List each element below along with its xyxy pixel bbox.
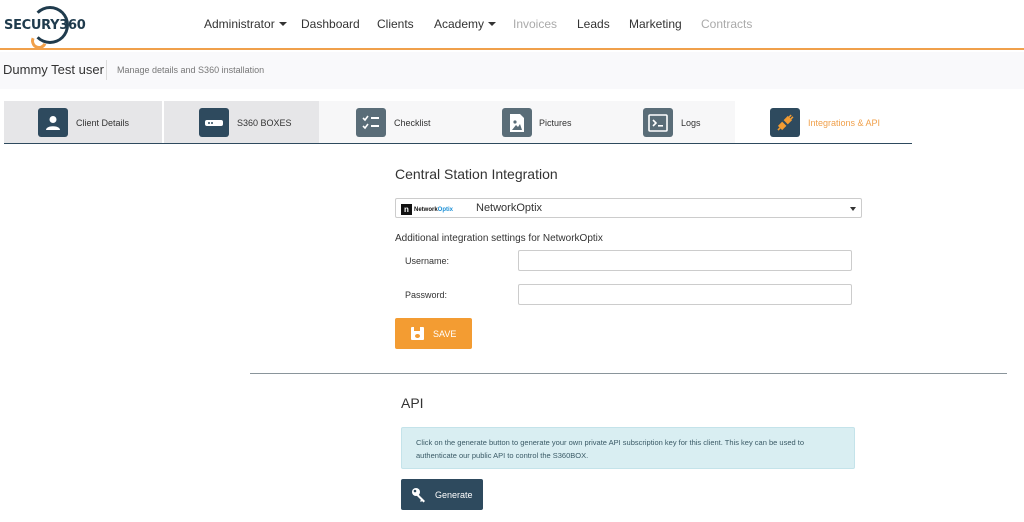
tab-integrations-api[interactable]: Integrations & API xyxy=(735,101,912,144)
plug-icon xyxy=(770,108,800,137)
nav-marketing[interactable]: Marketing xyxy=(629,17,682,31)
password-label: Password: xyxy=(405,290,448,300)
tab-label: Integrations & API xyxy=(808,118,881,128)
key-icon xyxy=(411,487,427,503)
picture-icon xyxy=(502,108,532,137)
additional-settings-label: Additional integration settings for Netw… xyxy=(395,233,603,244)
save-label: SAVE xyxy=(433,328,457,339)
generate-button[interactable]: Generate xyxy=(401,479,483,510)
caret-down-icon xyxy=(850,207,856,211)
api-info-text: Click on the generate button to generate… xyxy=(416,438,804,460)
terminal-icon xyxy=(643,108,673,137)
page-header: Dummy Test user Manage details and S360 … xyxy=(0,52,1024,89)
tab-label: Client Details xyxy=(76,118,130,128)
api-title: API xyxy=(401,395,424,411)
header-divider xyxy=(106,60,107,80)
logo-text: SECURY360 xyxy=(4,17,86,33)
generate-label: Generate xyxy=(435,489,473,500)
tab-s360-boxes[interactable]: S360 BOXES xyxy=(164,101,319,144)
selected-integration: NetworkOptix xyxy=(476,202,543,214)
router-icon xyxy=(199,108,229,137)
central-station-select[interactable]: n NetworkOptix NetworkOptix xyxy=(395,198,862,218)
checklist-icon xyxy=(356,108,386,137)
nav-dashboard[interactable]: Dashboard xyxy=(301,17,360,31)
tab-label: Pictures xyxy=(539,118,572,128)
api-info-alert: Click on the generate button to generate… xyxy=(401,427,855,469)
nav-contracts: Contracts xyxy=(701,17,753,31)
tab-label: Checklist xyxy=(394,118,431,128)
password-field[interactable] xyxy=(518,284,852,305)
nav-clients[interactable]: Clients xyxy=(377,17,414,31)
user-icon xyxy=(38,108,68,137)
page-title: Dummy Test user xyxy=(3,62,104,77)
networkoptix-logo: n NetworkOptix xyxy=(401,204,453,215)
brand-logo[interactable]: SECURY360 xyxy=(4,6,86,44)
tab-client-details[interactable]: Client Details xyxy=(4,101,162,144)
tab-checklist[interactable]: Checklist xyxy=(319,101,465,144)
tab-pictures[interactable]: Pictures xyxy=(465,101,605,144)
tab-bar: Client Details S360 BOXES Checklist Pict… xyxy=(4,101,912,144)
caret-down-icon xyxy=(488,21,497,26)
top-navbar: SECURY360 Administrator Dashboard Client… xyxy=(0,0,1024,50)
tab-logs[interactable]: Logs xyxy=(605,101,735,144)
nav-invoices: Invoices xyxy=(513,17,558,31)
tab-label: Logs xyxy=(681,118,701,128)
floppy-disk-icon xyxy=(411,327,424,340)
nav-administrator[interactable]: Administrator xyxy=(204,17,287,31)
username-field[interactable] xyxy=(518,250,852,271)
central-station-title: Central Station Integration xyxy=(395,166,558,182)
username-label: Username: xyxy=(405,256,450,266)
nav-academy[interactable]: Academy xyxy=(434,17,497,31)
section-divider xyxy=(250,373,1007,374)
save-button[interactable]: SAVE xyxy=(395,318,472,349)
nav-leads[interactable]: Leads xyxy=(577,17,610,31)
page-subtitle: Manage details and S360 installation xyxy=(117,65,265,75)
tab-underline xyxy=(4,143,912,144)
tab-label: S360 BOXES xyxy=(237,118,292,128)
caret-down-icon xyxy=(278,21,287,26)
